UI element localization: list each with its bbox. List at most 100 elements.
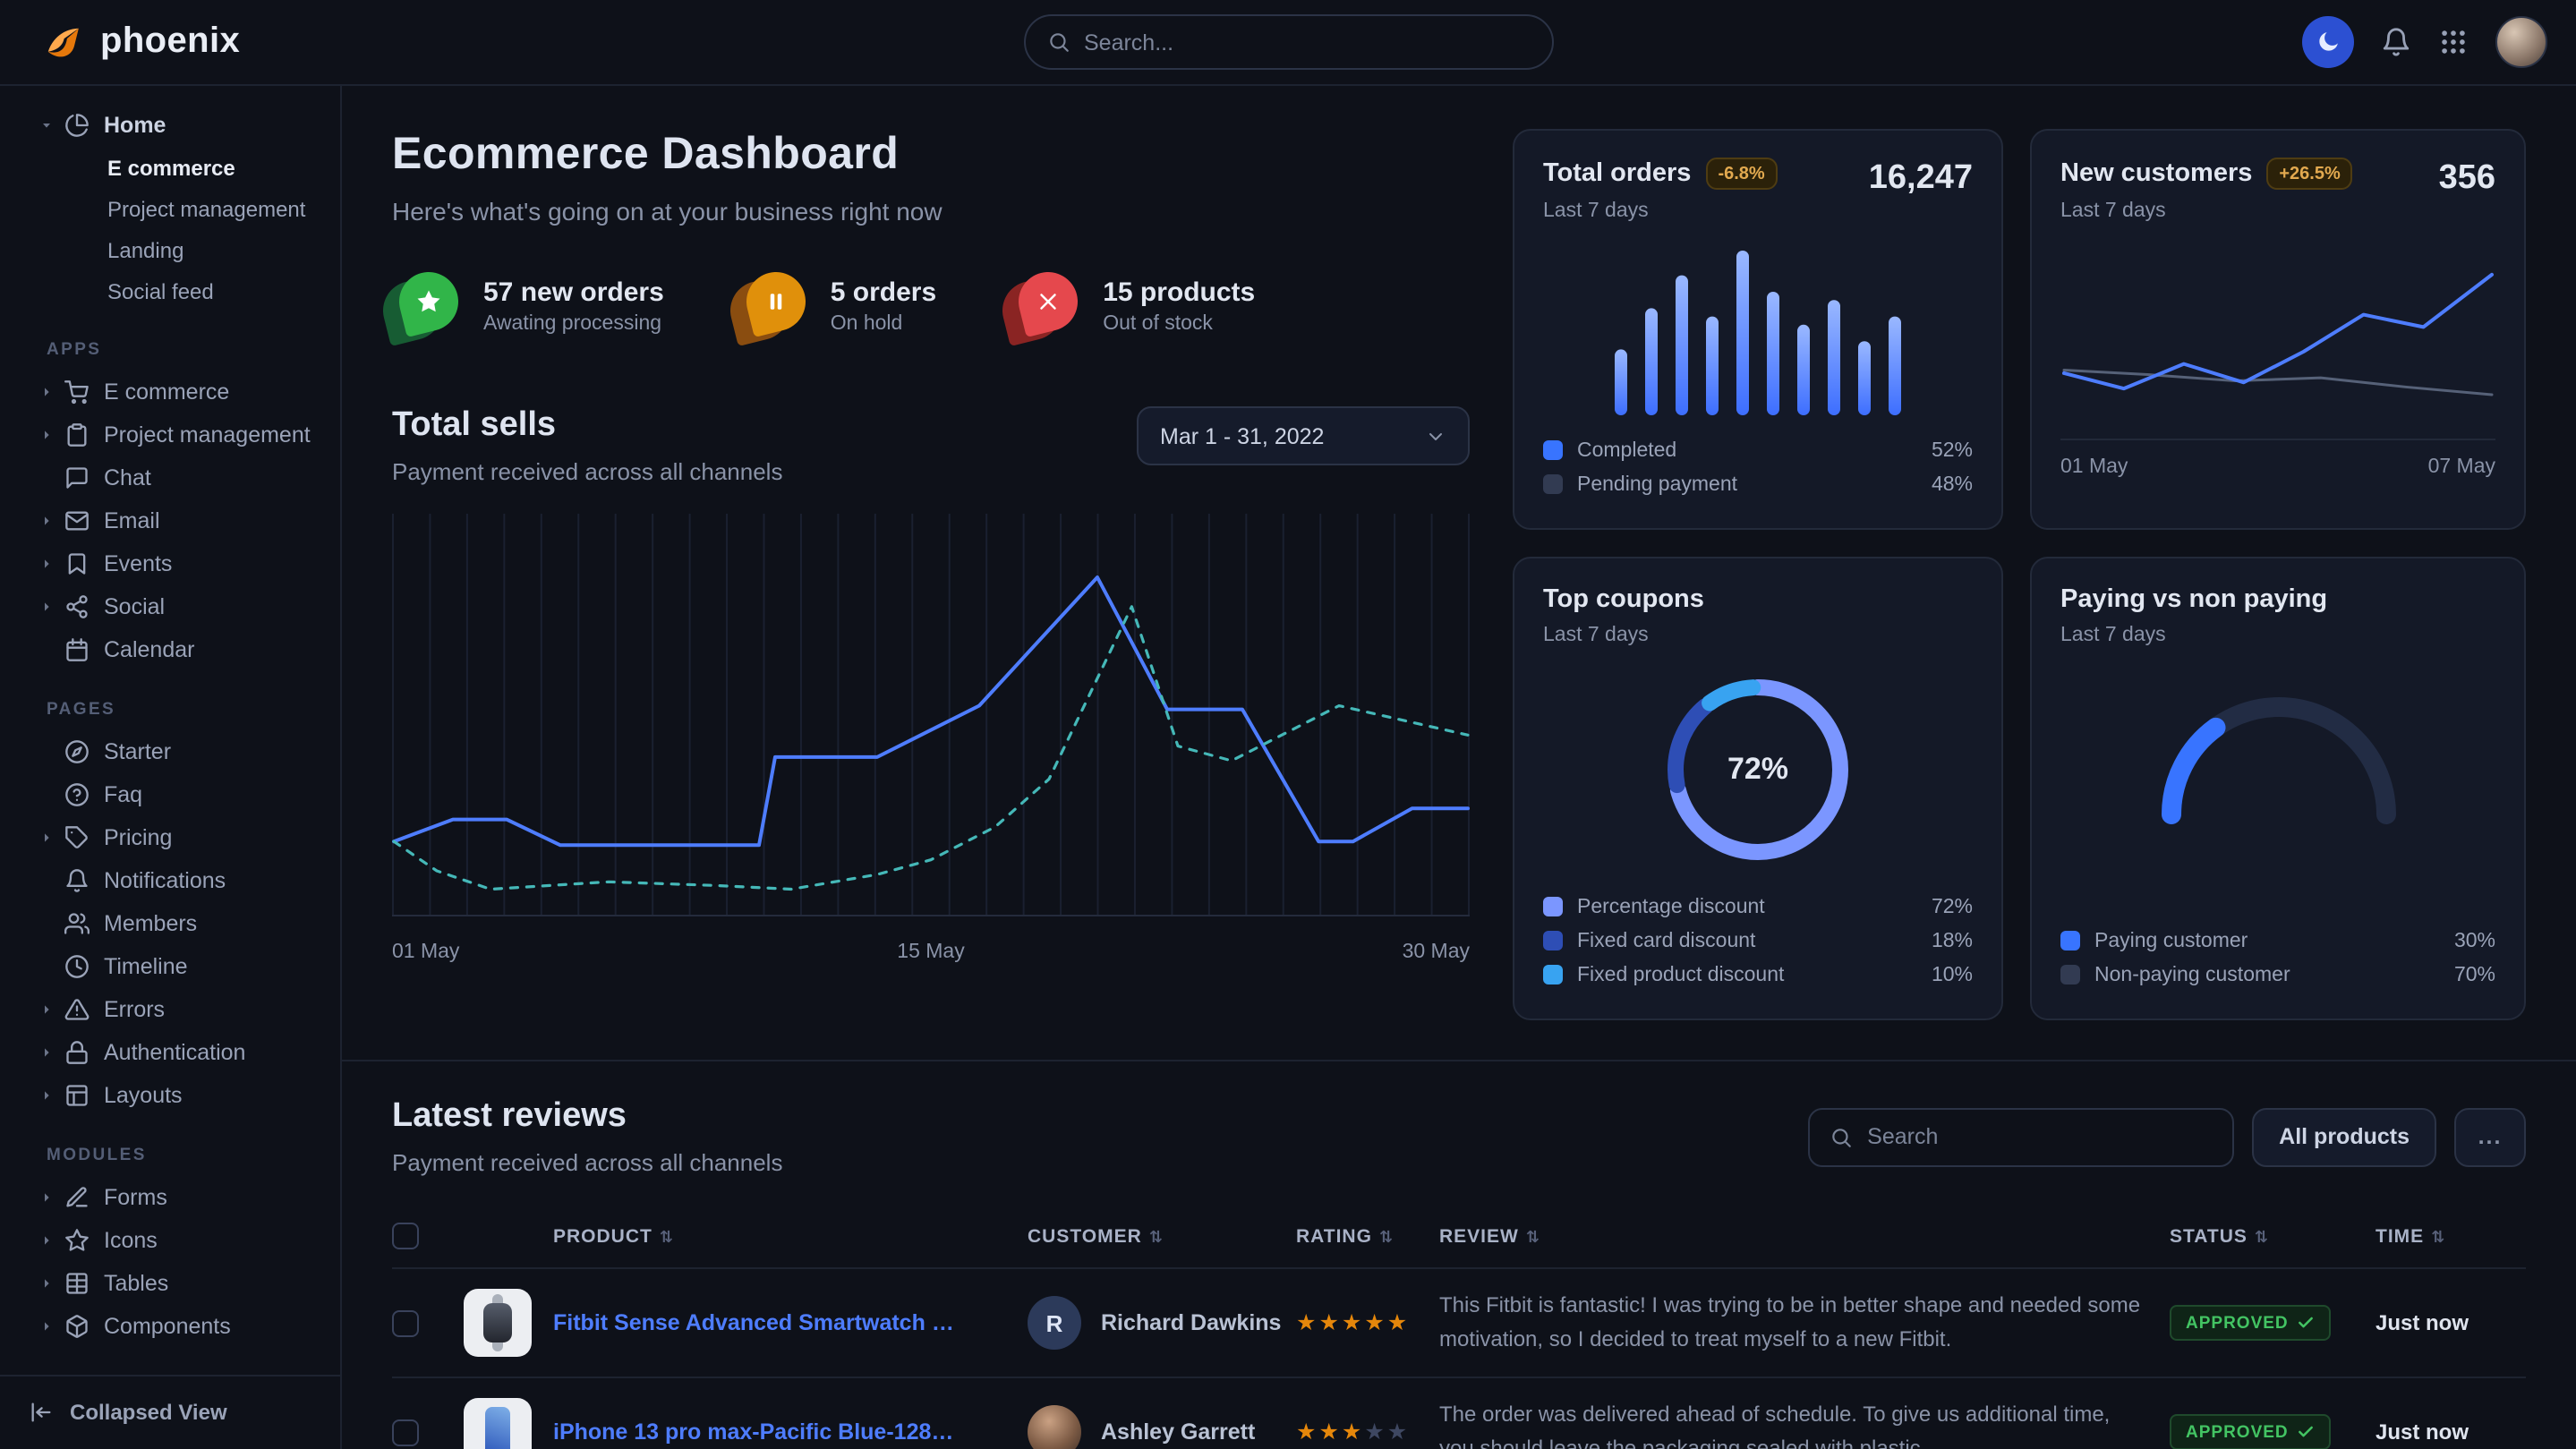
sidebar-item-timeline[interactable]: Timeline	[14, 945, 326, 988]
apps-menu-button[interactable]	[2438, 27, 2469, 57]
legend-item: Non-paying customer70%	[2060, 958, 2495, 992]
column-header-customer[interactable]: CUSTOMER⇅	[1028, 1205, 1296, 1268]
sidebar-item-e-commerce[interactable]: E commerce	[14, 371, 326, 413]
product-link[interactable]: Fitbit Sense Advanced Smartwatch with To…	[553, 1310, 956, 1335]
date-range-select[interactable]: Mar 1 - 31, 2022	[1137, 406, 1470, 465]
user-avatar[interactable]	[2495, 16, 2547, 68]
total-sells-chart	[392, 514, 1470, 916]
sidebar-item-social[interactable]: Social	[14, 585, 326, 628]
status-label: APPROVED	[2186, 1423, 2289, 1443]
sidebar-item-label: Icons	[104, 1228, 158, 1253]
legend-label: Percentage discount	[1577, 896, 1765, 917]
column-label: CUSTOMER	[1028, 1225, 1142, 1247]
theme-toggle-button[interactable]	[2302, 16, 2354, 68]
column-header-product[interactable]: PRODUCT⇅	[464, 1205, 1028, 1268]
caret-right-icon	[39, 1276, 54, 1291]
latest-reviews-section: Latest reviews Payment received across a…	[342, 1060, 2576, 1449]
stat-icon-blob	[739, 272, 806, 338]
sidebar-item-events[interactable]: Events	[14, 542, 326, 585]
star-icon: ★	[1296, 1419, 1318, 1445]
caret-right-icon	[39, 1319, 54, 1334]
legend-bullet	[1543, 965, 1563, 984]
column-header-status[interactable]: STATUS⇅	[2170, 1205, 2376, 1268]
sidebar-item-authentication[interactable]: Authentication	[14, 1031, 326, 1074]
brand[interactable]: phoenix	[39, 19, 240, 65]
sort-icon: ⇅	[2431, 1227, 2445, 1245]
legend-item: Fixed product discount10%	[1543, 958, 1973, 992]
stat-text: 57 new ordersAwating processing	[483, 277, 664, 334]
top-coupons-card: Top coupons Last 7 days 72% Percentage d…	[1513, 557, 2003, 1020]
caret-right-icon	[39, 600, 54, 614]
cart-icon	[64, 379, 90, 405]
star-icon	[64, 1228, 90, 1253]
sidebar-item-label: Events	[104, 551, 172, 576]
column-label: TIME	[2376, 1225, 2424, 1247]
star-icon: ★	[1364, 1310, 1386, 1335]
row-checkbox[interactable]	[392, 1419, 419, 1445]
sidebar-item-icons[interactable]: Icons	[14, 1219, 326, 1262]
collapsed-view-button[interactable]: Collapsed View	[0, 1374, 340, 1449]
sidebar-item-starter[interactable]: Starter	[14, 730, 326, 773]
review-text: This Fitbit is fantastic! I was trying t…	[1439, 1290, 2146, 1356]
sidebar-item-faq[interactable]: Faq	[14, 773, 326, 816]
more-actions-button[interactable]: ...	[2454, 1107, 2526, 1166]
new-customers-line-chart	[2060, 251, 2495, 430]
notifications-button[interactable]	[2381, 27, 2411, 57]
collapsed-view-label: Collapsed View	[70, 1400, 227, 1425]
select-all-checkbox[interactable]	[392, 1223, 419, 1249]
column-header-rating[interactable]: RATING⇅	[1296, 1205, 1439, 1268]
sidebar-item-tables[interactable]: Tables	[14, 1262, 326, 1305]
card-period: Last 7 days	[2060, 625, 2327, 646]
reviews-search-input[interactable]	[1867, 1124, 2213, 1149]
row-checkbox[interactable]	[392, 1309, 419, 1336]
total-sells-subtitle: Payment received across all channels	[392, 458, 782, 485]
alert-icon	[64, 997, 90, 1022]
caret-right-icon	[39, 514, 54, 528]
sidebar-item-project-management[interactable]: Project management	[14, 188, 326, 229]
all-products-button[interactable]: All products	[2252, 1107, 2436, 1166]
sidebar-item-notifications[interactable]: Notifications	[14, 859, 326, 902]
sidebar-item-landing[interactable]: Landing	[14, 229, 326, 270]
legend-bullet	[1543, 897, 1563, 916]
sidebar-item-social-feed[interactable]: Social feed	[14, 270, 326, 311]
legend-bullet	[2060, 965, 2080, 984]
users-icon	[64, 911, 90, 936]
sort-icon: ⇅	[660, 1227, 674, 1245]
column-header-review[interactable]: REVIEW⇅	[1439, 1205, 2170, 1268]
sidebar-item-project-management[interactable]: Project management	[14, 413, 326, 456]
top-coupons-donut: 72%	[1658, 669, 1858, 870]
legend-bullet	[2060, 931, 2080, 950]
stats-row: 57 new ordersAwating processing5 ordersO…	[392, 272, 1470, 338]
stat-out-of-stock: 15 productsOut of stock	[1011, 272, 1255, 338]
card-period: Last 7 days	[1543, 625, 1704, 646]
sidebar-item-layouts[interactable]: Layouts	[14, 1074, 326, 1117]
star-icon: ★	[1364, 1419, 1386, 1445]
sidebar-item-forms[interactable]: Forms	[14, 1176, 326, 1219]
caret-right-icon	[39, 1045, 54, 1060]
sidebar-item-calendar[interactable]: Calendar	[14, 628, 326, 671]
sidebar-item-errors[interactable]: Errors	[14, 988, 326, 1031]
stat-caption: Out of stock	[1103, 312, 1255, 334]
reviews-search[interactable]	[1808, 1107, 2234, 1166]
status-label: APPROVED	[2186, 1314, 2289, 1334]
product-link[interactable]: iPhone 13 pro max-Pacific Blue-128GB sto…	[553, 1419, 956, 1445]
legend-value: 10%	[1932, 964, 1973, 985]
search-icon	[1830, 1125, 1853, 1148]
sort-icon: ⇅	[2255, 1227, 2269, 1245]
star-icon: ★	[1318, 1419, 1341, 1445]
sidebar-item-components[interactable]: Components	[14, 1305, 326, 1348]
review-time: Just now	[2376, 1419, 2469, 1445]
sidebar-item-pricing[interactable]: Pricing	[14, 816, 326, 859]
sidebar-item-home[interactable]: Home	[14, 104, 326, 147]
sidebar-item-email[interactable]: Email	[14, 499, 326, 542]
status-badge: APPROVED	[2170, 1306, 2332, 1342]
legend-label: Pending payment	[1577, 473, 1737, 495]
global-search-input[interactable]	[1084, 30, 1530, 55]
sidebar-item-e-commerce[interactable]: E commerce	[14, 147, 326, 188]
sidebar-item-chat[interactable]: Chat	[14, 456, 326, 499]
global-search[interactable]	[1023, 14, 1553, 70]
column-header-time[interactable]: TIME ⇅	[2376, 1205, 2526, 1268]
sidebar-item-label: Starter	[104, 739, 171, 764]
box-icon	[64, 1314, 90, 1339]
sidebar-item-members[interactable]: Members	[14, 902, 326, 945]
